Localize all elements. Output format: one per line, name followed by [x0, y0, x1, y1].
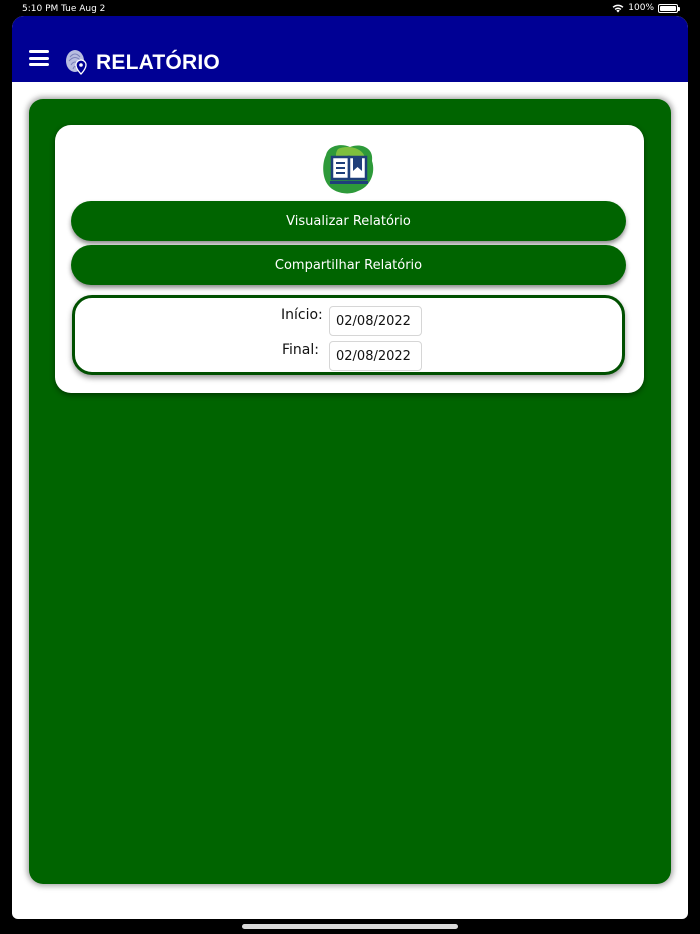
battery-icon [658, 3, 680, 13]
end-date-picker[interactable]: 02/08/2022 [329, 341, 422, 371]
date-range-box: Início: 02/08/2022 Final: 02/08/2022 [72, 295, 625, 375]
app-header: RELATÓRIO [12, 16, 688, 82]
end-date-label: Final: [282, 342, 319, 358]
fingerprint-location-icon [66, 50, 87, 75]
status-date: Tue Aug 2 [61, 4, 106, 14]
share-report-button[interactable]: Compartilhar Relatório [71, 245, 626, 285]
start-date-picker[interactable]: 02/08/2022 [329, 306, 422, 336]
report-panel: Visualizar Relatório Compartilhar Relató… [29, 99, 671, 884]
status-time: 5:10 PM [22, 4, 59, 14]
app-window: RELATÓRIO Visualizar Relatório Compartil… [12, 16, 688, 919]
report-card: Visualizar Relatório Compartilhar Relató… [55, 125, 644, 393]
book-report-icon [323, 145, 374, 194]
visualize-report-button[interactable]: Visualizar Relatório [71, 201, 626, 241]
start-date-label: Início: [281, 307, 323, 323]
hamburger-menu-icon[interactable] [29, 50, 49, 66]
status-indicators: 100% [612, 3, 680, 13]
battery-percent: 100% [628, 3, 654, 13]
home-indicator [242, 924, 458, 929]
page-title: RELATÓRIO [96, 51, 220, 74]
wifi-icon [612, 4, 624, 12]
